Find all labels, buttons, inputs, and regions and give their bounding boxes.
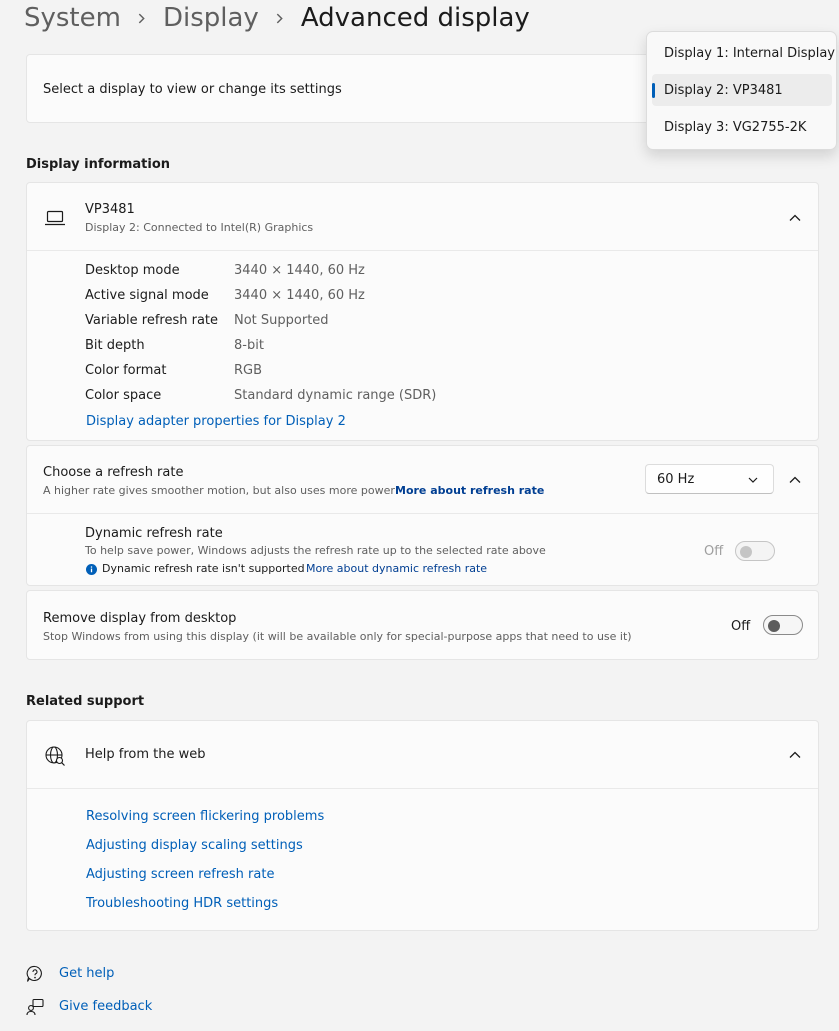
related-support-card: Help from the web Resolving screen flick…	[26, 720, 819, 931]
give-feedback-link[interactable]: Give feedback	[59, 999, 152, 1014]
info-value-desktop-mode: 3440 × 1440, 60 Hz	[234, 263, 365, 278]
info-label-variable-refresh-rate: Variable refresh rate	[85, 313, 219, 328]
chevron-up-icon[interactable]	[783, 746, 807, 764]
more-about-refresh-rate-link[interactable]: More about refresh rate	[395, 484, 544, 497]
divider	[27, 788, 818, 789]
info-icon	[85, 563, 97, 575]
chevron-right-icon	[259, 13, 301, 24]
info-value-color-space: Standard dynamic range (SDR)	[234, 388, 437, 403]
advanced-display-page: System Display Advanced display Select a…	[0, 0, 839, 1031]
dynamic-refresh-rate-subtitle: To help save power, Windows adjusts the …	[85, 544, 546, 557]
remove-display-toggle[interactable]	[763, 615, 803, 635]
divider	[27, 250, 818, 251]
select-display-label: Select a display to view or change its s…	[43, 82, 342, 97]
breadcrumb: System Display Advanced display	[24, 0, 530, 36]
info-label-color-format: Color format	[85, 363, 167, 378]
related-support-heading: Related support	[26, 694, 145, 709]
info-value-variable-refresh-rate: Not Supported	[234, 313, 329, 328]
globe-search-icon	[43, 745, 67, 767]
dynamic-refresh-rate-title: Dynamic refresh rate	[85, 526, 223, 541]
remove-display-card: Remove display from desktop Stop Windows…	[26, 590, 819, 660]
get-help-icon[interactable]	[25, 964, 45, 984]
display-select-dropdown: Display 1: Internal Display Display 2: V…	[646, 31, 837, 150]
help-link-screen-flickering[interactable]: Resolving screen flickering problems	[86, 809, 324, 824]
info-label-color-space: Color space	[85, 388, 162, 403]
help-link-hdr-settings[interactable]: Troubleshooting HDR settings	[86, 896, 278, 911]
laptop-icon	[43, 208, 67, 228]
dropdown-option-display-3[interactable]: Display 3: VG2755-2K	[652, 111, 832, 143]
help-link-refresh-rate[interactable]: Adjusting screen refresh rate	[86, 867, 274, 882]
chevron-down-icon	[746, 474, 760, 486]
toggle-knob	[740, 546, 752, 558]
toggle-knob	[768, 620, 780, 632]
divider	[27, 513, 818, 514]
remove-display-subtitle: Stop Windows from using this display (it…	[43, 630, 632, 643]
info-label-active-signal-mode: Active signal mode	[85, 288, 209, 303]
info-value-bit-depth: 8-bit	[234, 338, 264, 353]
dynamic-refresh-unsupported-text: Dynamic refresh rate isn't supported	[102, 562, 305, 575]
monitor-subtitle: Display 2: Connected to Intel(R) Graphic…	[85, 221, 314, 234]
chevron-up-icon[interactable]	[783, 209, 807, 227]
chevron-up-icon[interactable]	[783, 471, 807, 489]
help-from-web-title: Help from the web	[85, 747, 206, 762]
refresh-rate-title: Choose a refresh rate	[43, 465, 184, 480]
info-value-active-signal-mode: 3440 × 1440, 60 Hz	[234, 288, 365, 303]
remove-display-state-label: Off	[731, 619, 751, 634]
dynamic-refresh-toggle	[735, 541, 775, 561]
breadcrumb-system[interactable]: System	[24, 3, 121, 33]
info-label-bit-depth: Bit depth	[85, 338, 145, 353]
page-title: Advanced display	[300, 3, 530, 33]
feedback-icon[interactable]	[25, 997, 45, 1017]
help-link-display-scaling[interactable]: Adjusting display scaling settings	[86, 838, 303, 853]
refresh-rate-selected-value: 60 Hz	[657, 472, 695, 487]
info-label-desktop-mode: Desktop mode	[85, 263, 180, 278]
monitor-name: VP3481	[85, 202, 135, 217]
more-about-dynamic-refresh-link[interactable]: More about dynamic refresh rate	[306, 562, 487, 575]
breadcrumb-display[interactable]: Display	[163, 3, 259, 33]
display-information-card: VP3481 Display 2: Connected to Intel(R) …	[26, 182, 819, 441]
refresh-rate-subtitle: A higher rate gives smoother motion, but…	[43, 484, 395, 497]
get-help-link[interactable]: Get help	[59, 966, 114, 981]
display-adapter-properties-link[interactable]: Display adapter properties for Display 2	[86, 414, 346, 429]
remove-display-title: Remove display from desktop	[43, 611, 237, 626]
dropdown-option-display-2[interactable]: Display 2: VP3481	[652, 74, 832, 106]
dynamic-refresh-state-label: Off	[704, 544, 724, 559]
dropdown-option-display-1[interactable]: Display 1: Internal Display	[652, 37, 835, 69]
info-value-color-format: RGB	[234, 363, 263, 378]
display-information-heading: Display information	[26, 157, 171, 172]
refresh-rate-select[interactable]: 60 Hz	[645, 464, 774, 494]
chevron-right-icon	[121, 13, 163, 24]
